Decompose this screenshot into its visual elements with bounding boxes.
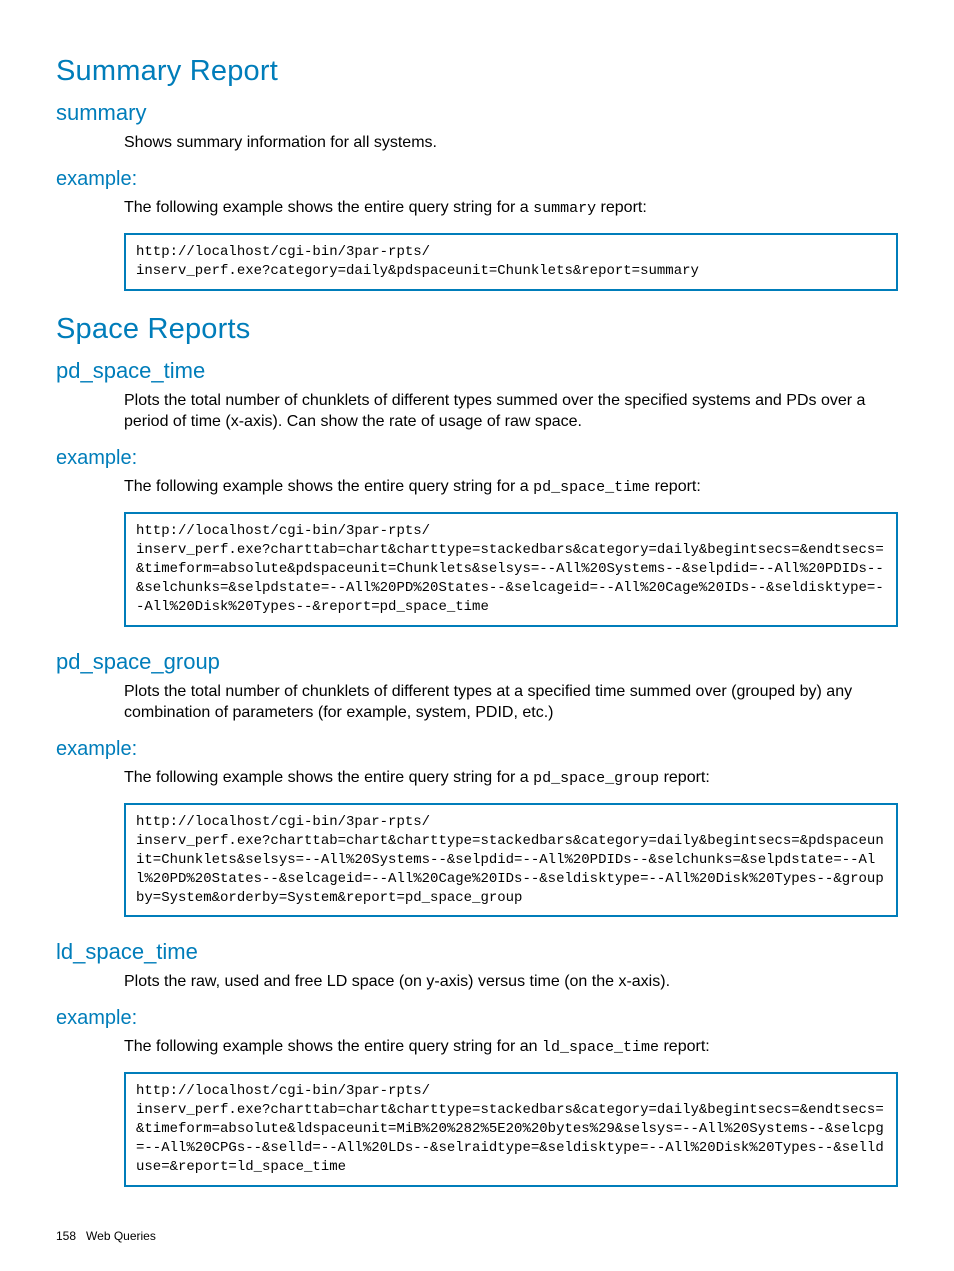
heading-example-4: example: (56, 1007, 898, 1030)
pd-space-group-code-block: http://localhost/cgi-bin/3par-rpts/ inse… (124, 803, 898, 917)
heading-pd-space-group: pd_space_group (56, 649, 898, 675)
heading-ld-space-time: ld_space_time (56, 939, 898, 965)
page-number: 158 (56, 1229, 76, 1243)
pd-space-time-example-suffix: report: (650, 478, 701, 495)
summary-example-intro: The following example shows the entire q… (56, 197, 898, 219)
ld-space-time-example-code-name: ld_space_time (542, 1039, 659, 1056)
summary-example-code-name: summary (533, 200, 596, 217)
pd-space-time-example-prefix: The following example shows the entire q… (124, 478, 533, 495)
heading-pd-space-time: pd_space_time (56, 358, 898, 384)
heading-summary: summary (56, 100, 898, 126)
page-footer: 158 Web Queries (56, 1229, 156, 1243)
summary-description: Shows summary information for all system… (56, 132, 898, 154)
pd-space-time-example-intro: The following example shows the entire q… (56, 476, 898, 498)
ld-space-time-example-prefix: The following example shows the entire q… (124, 1038, 542, 1055)
heading-example-2: example: (56, 447, 898, 470)
heading-space-reports: Space Reports (56, 313, 898, 346)
pd-space-time-description: Plots the total number of chunklets of d… (56, 390, 898, 433)
heading-example-1: example: (56, 168, 898, 191)
pd-space-group-example-code-name: pd_space_group (533, 770, 659, 787)
summary-code-block: http://localhost/cgi-bin/3par-rpts/ inse… (124, 233, 898, 291)
summary-example-suffix: report: (596, 199, 647, 216)
summary-example-prefix: The following example shows the entire q… (124, 199, 533, 216)
pd-space-group-example-intro: The following example shows the entire q… (56, 767, 898, 789)
heading-summary-report: Summary Report (56, 55, 898, 88)
pd-space-time-example-code-name: pd_space_time (533, 479, 650, 496)
ld-space-time-example-suffix: report: (659, 1038, 710, 1055)
ld-space-time-description: Plots the raw, used and free LD space (o… (56, 971, 898, 993)
heading-example-3: example: (56, 738, 898, 761)
pd-space-group-description: Plots the total number of chunklets of d… (56, 681, 898, 724)
pd-space-group-example-prefix: The following example shows the entire q… (124, 769, 533, 786)
footer-section: Web Queries (86, 1229, 156, 1243)
pd-space-time-code-block: http://localhost/cgi-bin/3par-rpts/ inse… (124, 512, 898, 626)
pd-space-group-example-suffix: report: (659, 769, 710, 786)
ld-space-time-example-intro: The following example shows the entire q… (56, 1036, 898, 1058)
ld-space-time-code-block: http://localhost/cgi-bin/3par-rpts/ inse… (124, 1072, 898, 1186)
